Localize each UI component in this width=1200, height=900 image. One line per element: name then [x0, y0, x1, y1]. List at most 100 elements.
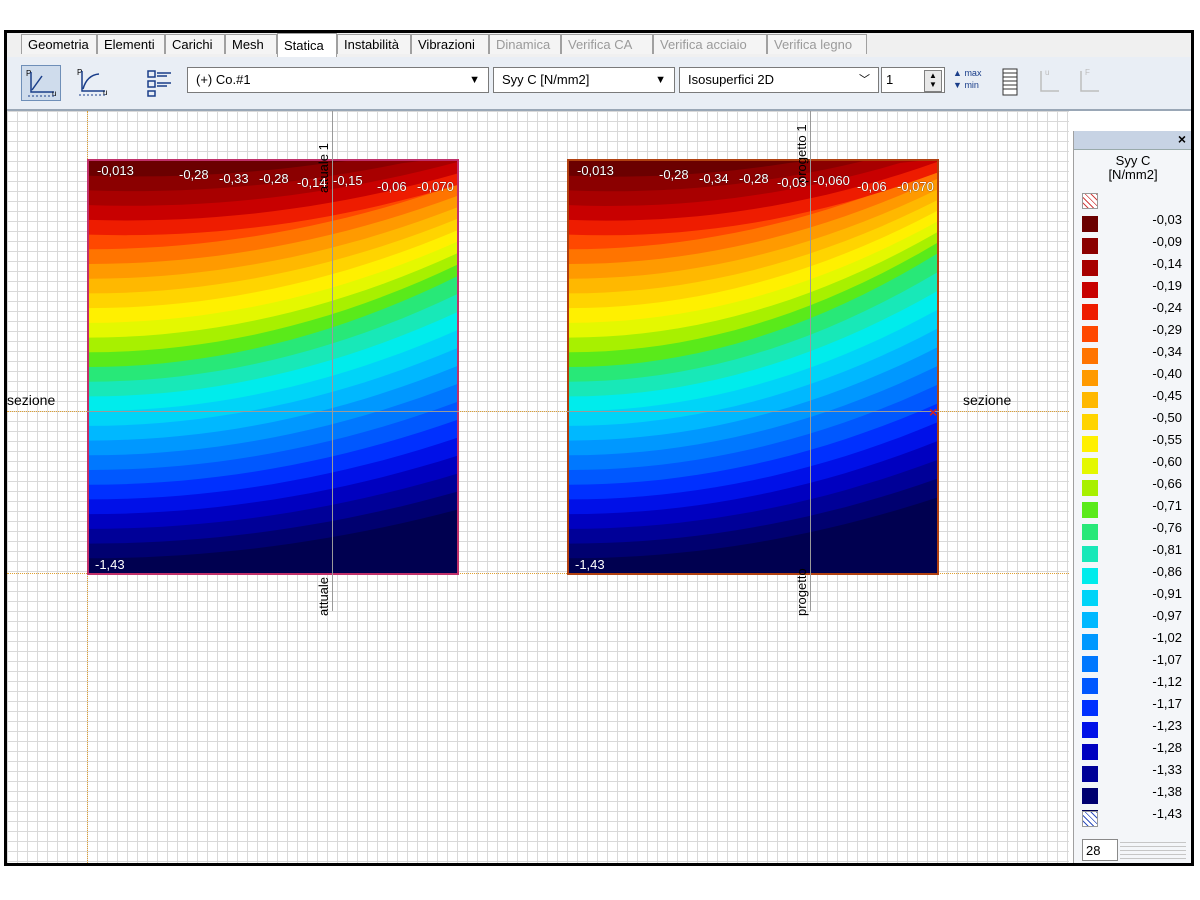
legend-value: -0,60: [1152, 454, 1182, 469]
tab-mesh[interactable]: Mesh: [225, 34, 277, 54]
legend-value: -0,50: [1152, 410, 1182, 425]
legend-swatch: [1082, 436, 1098, 452]
diagram-mode-button-1[interactable]: P u: [21, 65, 61, 101]
legend-value: -0,03: [1152, 212, 1182, 227]
contour-value-label: -0,15: [333, 173, 363, 188]
toolbar: P u P u (+) Co.#1 ▼ Syy C [N/mm2] ▼ Isos…: [7, 57, 1191, 111]
min-value-current: -1,43: [95, 557, 125, 572]
contour-value-label: -0,33: [219, 171, 249, 186]
contour-value-label: -0,34: [699, 171, 729, 186]
legend-entry: -0,19: [1082, 277, 1188, 299]
legend-entry: -1,28: [1082, 739, 1188, 761]
legend-entry: -0,60: [1082, 453, 1188, 475]
legend-value: -0,40: [1152, 366, 1182, 381]
application-frame: Geometria Elementi Carichi Mesh Statica Insta…: [4, 30, 1194, 866]
tab-statica[interactable]: Statica: [277, 33, 337, 57]
contour-value-label: -0,28: [179, 167, 209, 182]
cut-line-design: [810, 111, 811, 611]
legend-value: -0,45: [1152, 388, 1182, 403]
legend-entry: -1,38: [1082, 783, 1188, 805]
stepper-buttons[interactable]: ▲ ▼: [924, 70, 942, 92]
svg-text:u: u: [52, 89, 56, 98]
legend-count-input[interactable]: 28: [1082, 839, 1118, 861]
stress-plot-current[interactable]: [87, 159, 459, 575]
tab-instabilit-[interactable]: Instabilità: [337, 34, 411, 54]
legend-entry: -0,24: [1082, 299, 1188, 321]
svg-text:u: u: [1045, 68, 1049, 77]
legend-swatch: [1082, 326, 1098, 342]
section-label-right: sezione: [963, 392, 1012, 408]
below-range-swatch: [1082, 811, 1098, 827]
view-mode-select[interactable]: Isosuperfici 2D ﹀: [679, 67, 879, 93]
chevron-down-icon: ▼: [469, 74, 480, 86]
tab-vibrazioni[interactable]: Vibrazioni: [411, 34, 489, 54]
isosurface-bands: [89, 161, 457, 573]
legend-entry: -0,34: [1082, 343, 1188, 365]
tab-dinamica[interactable]: Dinamica: [489, 34, 561, 54]
contour-value-label: -0,013: [577, 163, 614, 178]
legend-swatch: [1082, 634, 1098, 650]
legend-entry: -0,29: [1082, 321, 1188, 343]
legend-value: -1,12: [1152, 674, 1182, 689]
section-line-design: [567, 411, 939, 412]
contour-value-label: -0,14: [297, 175, 327, 190]
tab-geometria[interactable]: Geometria: [21, 34, 97, 54]
tab-elementi[interactable]: Elementi: [97, 34, 165, 54]
tab-verifica-ca[interactable]: Verifica CA: [561, 34, 653, 54]
contour-value-label: -0,06: [377, 179, 407, 194]
legend-value: -1,38: [1152, 784, 1182, 799]
legend-entry: -0,55: [1082, 431, 1188, 453]
legend-swatch: [1082, 766, 1098, 782]
legend-entry: -0,97: [1082, 607, 1188, 629]
max-label: max: [964, 68, 982, 78]
legend-entry: -0,03: [1082, 211, 1188, 233]
legend-value: -0,66: [1152, 476, 1182, 491]
legend-swatch: [1082, 480, 1098, 496]
contour-value-label: -0,060: [813, 173, 850, 188]
scale-stepper[interactable]: 1 ▲ ▼: [881, 67, 945, 93]
legend-entry: -1,17: [1082, 695, 1188, 717]
min-icon: ▼: [953, 80, 962, 90]
legend-swatch: [1082, 260, 1098, 276]
diagram-mode-button-2[interactable]: P u: [73, 65, 113, 101]
contour-value-label: -0,28: [259, 171, 289, 186]
legend-value: -0,91: [1152, 586, 1182, 601]
legend-toggle-button[interactable]: [997, 65, 1025, 101]
legend-entry: -0,86: [1082, 563, 1188, 585]
tab-verifica-legno[interactable]: Verifica legno: [767, 34, 867, 54]
diagram-axes-icon: P u: [26, 69, 56, 98]
drawing-canvas[interactable]: sezione sezione attuale 1 attuale proget…: [7, 111, 1069, 863]
legend-entry: -1,12: [1082, 673, 1188, 695]
legend-swatch: [1082, 612, 1098, 628]
legend-value: -0,24: [1152, 300, 1182, 315]
legend-swatch: [1082, 502, 1098, 518]
legend-resize-grip[interactable]: [1120, 839, 1186, 861]
legend-entry: -0,50: [1082, 409, 1188, 431]
cut-label-design-bottom: progetto: [794, 568, 809, 616]
legend-value: -0,71: [1152, 498, 1182, 513]
load-case-select[interactable]: (+) Co.#1 ▼: [187, 67, 489, 93]
svg-text:u: u: [103, 88, 107, 97]
close-icon[interactable]: ×: [1174, 131, 1190, 148]
legend-entry: -1,02: [1082, 629, 1188, 651]
isosurface-bands: [569, 161, 937, 573]
tab-verifica-acciaio[interactable]: Verifica acciaio: [653, 34, 767, 54]
legend-title-quantity: Syy C: [1115, 153, 1151, 168]
max-min-toggle[interactable]: ▲ max ▼ min: [953, 67, 987, 95]
legend-entry: -0,76: [1082, 519, 1188, 541]
legend-value: -0,55: [1152, 432, 1182, 447]
quantity-select[interactable]: Syy C [N/mm2] ▼: [493, 67, 675, 93]
legend-swatch: [1082, 524, 1098, 540]
legend-entry: -0,40: [1082, 365, 1188, 387]
axis-f-button[interactable]: F: [1073, 65, 1105, 101]
legend-swatch: [1082, 590, 1098, 606]
legend-titlebar: ×: [1074, 131, 1191, 150]
load-case-list-button[interactable]: [143, 65, 177, 101]
legend-value: -0,19: [1152, 278, 1182, 293]
legend-entry: -0,09: [1082, 233, 1188, 255]
axis-y-button[interactable]: u: [1033, 65, 1065, 101]
legend-entry: -0,71: [1082, 497, 1188, 519]
stress-plot-design[interactable]: [567, 159, 939, 575]
tab-carichi[interactable]: Carichi: [165, 34, 225, 54]
legend-panel: × Syy C [N/mm2] -0,03 -0,09 -0,14 -0,19 -0,2…: [1073, 131, 1191, 863]
